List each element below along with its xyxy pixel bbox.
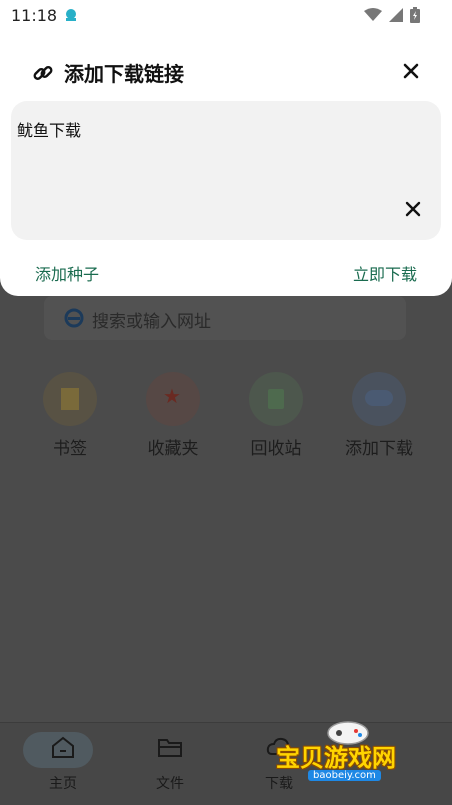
battery-icon [410,7,420,23]
nav-home[interactable]: 主页 [23,732,98,793]
star-icon: ★ [146,372,200,426]
shortcut-bookmarks[interactable]: 书签 [30,372,110,459]
status-time: 11:18 [11,6,58,25]
app-notification-icon [66,9,76,21]
watermark-url: baobeiy.com [308,770,381,781]
status-icons [364,7,420,23]
add-download-link-dialog: 添加下载链接 鱿鱼下载 添加种子 立即下载 [0,32,452,296]
watermark-logo: 宝贝游戏网 baobeiy.com [268,720,428,784]
watermark-text: 宝贝游戏网 [276,744,396,772]
shortcut-label: 收藏夹 [147,439,199,459]
status-bar: 11:18 [0,0,452,32]
shortcut-recycle-bin[interactable]: 回收站 [236,372,316,459]
add-torrent-button[interactable]: 添加种子 [35,261,99,285]
trash-icon [249,372,303,426]
shortcut-label: 回收站 [250,439,302,459]
cloud-upload-icon [352,372,406,426]
signal-icon [389,8,403,22]
clear-input-icon[interactable] [405,201,421,217]
shortcut-label: 书签 [53,439,87,459]
browser-e-icon [64,308,84,328]
dialog-header: 添加下载链接 [32,58,184,87]
wifi-icon [364,8,382,21]
home-icon [52,736,74,758]
close-icon[interactable] [402,62,420,80]
nav-files[interactable]: 文件 [135,735,205,793]
search-placeholder: 搜索或输入网址 [92,312,211,332]
shortcut-label: 添加下载 [345,439,413,459]
shortcut-add-download[interactable]: 添加下载 [339,372,419,459]
folder-icon [158,739,182,757]
bookmark-icon [43,372,97,426]
nav-label: 文件 [156,776,184,792]
download-now-button[interactable]: 立即下载 [353,261,417,285]
dialog-title: 添加下载链接 [64,62,184,86]
shortcut-favorites[interactable]: ★ 收藏夹 [133,372,213,459]
download-link-input[interactable]: 鱿鱼下载 [11,101,441,240]
search-bar[interactable]: 搜索或输入网址 [44,296,406,340]
nav-label: 主页 [49,776,77,792]
download-link-value[interactable]: 鱿鱼下载 [17,117,81,141]
link-icon [33,65,53,80]
